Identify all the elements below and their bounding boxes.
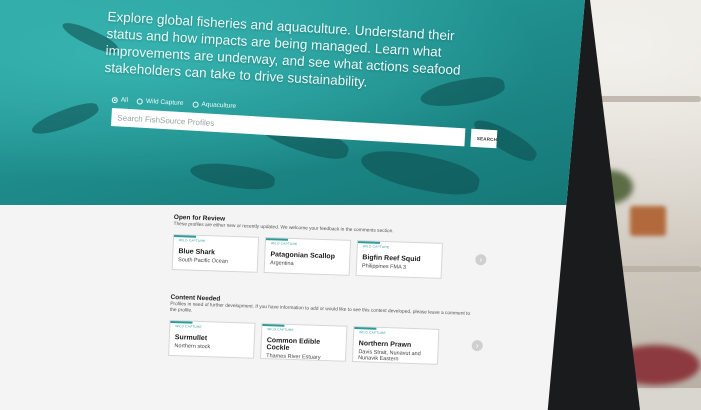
hero-intro-text: Explore global fisheries and aquaculture…: [104, 8, 461, 90]
radio-icon[interactable]: [136, 97, 144, 105]
profile-card-northern-prawn[interactable]: WILD CAPTURE Northern Prawn Davis Strait…: [351, 326, 440, 365]
search-button[interactable]: SEARCH: [470, 128, 498, 149]
profile-card-blue-shark[interactable]: WILD CAPTURE Blue Shark South Pacific Oc…: [171, 233, 260, 273]
filter-aquaculture[interactable]: Aquaculture: [192, 101, 236, 110]
radio-selected-icon[interactable]: [111, 96, 118, 103]
pot: [630, 206, 666, 236]
monitor-screen: Explore global fisheries and aquaculture…: [0, 0, 586, 410]
profile-card-common-edible-cockle[interactable]: WILD CAPTURE Common Edible Cockle Thames…: [260, 322, 348, 362]
profile-card-surmullet[interactable]: WILD CAPTURE Surmullet Northern stock: [168, 319, 256, 359]
content-needed-cards: WILD CAPTURE Surmullet Northern stock WI…: [168, 319, 483, 366]
hero-banner: Explore global fisheries and aquaculture…: [0, 0, 586, 205]
profile-type-filter: All Wild Capture Aquaculture: [111, 96, 236, 110]
filter-all[interactable]: All: [111, 96, 128, 104]
radio-icon[interactable]: [192, 101, 199, 108]
chevron-right-icon[interactable]: ›: [475, 254, 487, 266]
filter-wild-capture[interactable]: Wild Capture: [136, 97, 184, 107]
chevron-right-icon[interactable]: ›: [471, 339, 483, 352]
profile-card-bigfin-reef-squid[interactable]: WILD CAPTURE Bigfin Reef Squid Philippin…: [355, 240, 444, 279]
profile-card-patagonian-scallop[interactable]: WILD CAPTURE Patagonian Scallop Argentin…: [263, 237, 352, 276]
profiles-section: Open for Review These profiles are eithe…: [168, 214, 487, 366]
